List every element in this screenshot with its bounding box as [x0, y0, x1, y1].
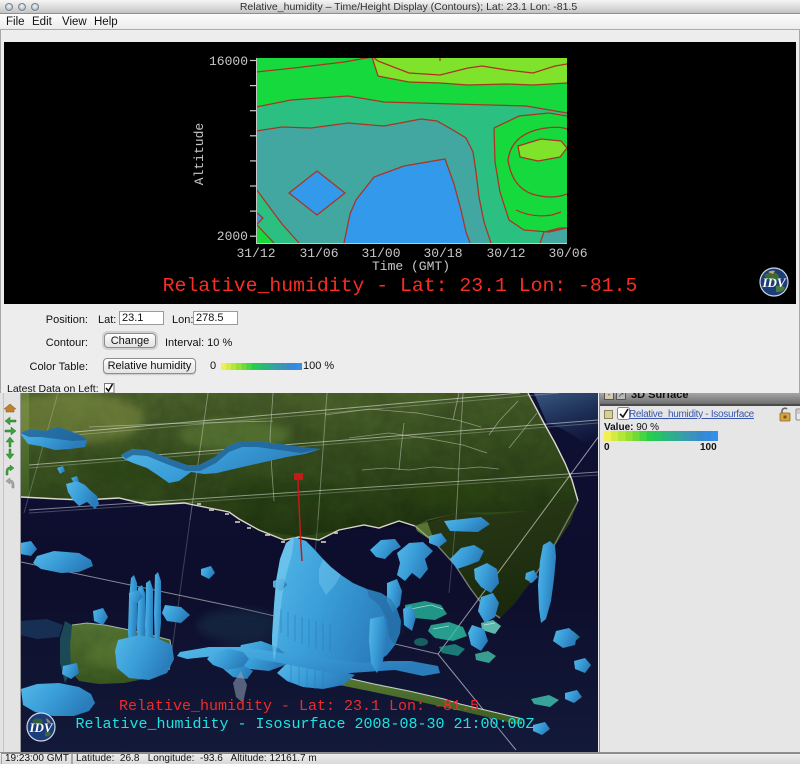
svg-text:Time (GMT): Time (GMT) — [372, 259, 450, 274]
svg-text:31/06: 31/06 — [299, 246, 338, 261]
svg-text:IDV: IDV — [761, 275, 786, 290]
svg-text:Relative_humidity - Lat: 23.1: Relative_humidity - Lat: 23.1 Lon: -81.5 — [163, 275, 638, 297]
svg-text:2000: 2000 — [217, 229, 248, 244]
svg-text:16000: 16000 — [209, 54, 248, 69]
svg-text:Altitude: Altitude — [192, 123, 207, 185]
svg-text:30/06: 30/06 — [548, 246, 587, 261]
svg-text:Relative_humidity - Isosurface: Relative_humidity - Isosurface 2008-08-3… — [75, 716, 534, 733]
svg-text:31/12: 31/12 — [236, 246, 275, 261]
svg-text:30/12: 30/12 — [486, 246, 525, 261]
svg-text:IDV: IDV — [28, 720, 53, 735]
svg-text:Relative_humidity - Lat: 23.1: Relative_humidity - Lat: 23.1 Lon: -81.5 — [119, 698, 479, 715]
